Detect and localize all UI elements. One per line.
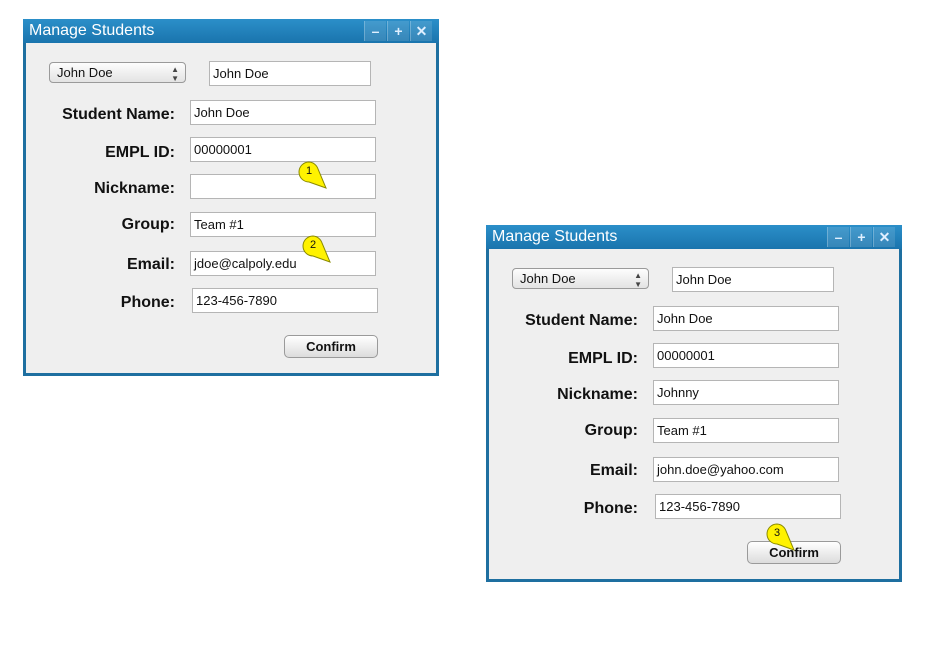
- email-label: Email:: [126, 256, 175, 273]
- callout-number: 3: [773, 527, 781, 539]
- manage-students-window: Manage Students – + ✕ John Doe ▲ ▼ John D…: [23, 19, 439, 376]
- student-name-label: Student Name:: [525, 312, 638, 329]
- empl-id-label: EMPL ID:: [105, 144, 175, 161]
- phone-field[interactable]: 123-456-7890: [655, 494, 841, 519]
- email-label: Email:: [589, 462, 638, 479]
- selected-student-field[interactable]: John Doe: [209, 61, 371, 86]
- callout-number: 1: [305, 165, 313, 177]
- minimize-icon[interactable]: –: [827, 227, 849, 247]
- window-title: Manage Students: [492, 228, 618, 245]
- student-name-field[interactable]: John Doe: [653, 306, 839, 331]
- group-field[interactable]: Team #1: [653, 418, 839, 443]
- student-select[interactable]: John Doe ▲ ▼: [512, 268, 649, 289]
- group-field[interactable]: Team #1: [190, 212, 376, 237]
- title-bar[interactable]: Manage Students – + ✕: [23, 19, 439, 43]
- form-panel: John Doe ▲ ▼ John Doe Student Name: John …: [489, 249, 899, 579]
- callout-marker: 2: [302, 235, 332, 265]
- empl-id-field[interactable]: 00000001: [190, 137, 376, 162]
- title-bar[interactable]: Manage Students – + ✕: [486, 225, 902, 249]
- maximize-icon[interactable]: +: [850, 227, 872, 247]
- minimize-icon[interactable]: –: [364, 21, 386, 41]
- group-label: Group:: [584, 422, 638, 439]
- updown-arrows-icon: ▲ ▼: [171, 65, 179, 83]
- selected-student-field[interactable]: John Doe: [672, 267, 834, 292]
- email-field[interactable]: jdoe@calpoly.edu: [190, 251, 376, 276]
- email-field[interactable]: john.doe@yahoo.com: [653, 457, 839, 482]
- phone-field[interactable]: 123-456-7890: [192, 288, 378, 313]
- window-title: Manage Students: [29, 22, 155, 39]
- phone-label: Phone:: [120, 294, 175, 311]
- student-name-field[interactable]: John Doe: [190, 100, 376, 125]
- nickname-label: Nickname:: [557, 386, 638, 403]
- confirm-button[interactable]: Confirm: [284, 335, 378, 358]
- empl-id-label: EMPL ID:: [568, 350, 638, 367]
- callout-marker: 1: [298, 161, 328, 191]
- student-select[interactable]: John Doe ▲ ▼: [49, 62, 186, 83]
- updown-arrows-icon: ▲ ▼: [634, 271, 642, 289]
- student-select-value: John Doe: [520, 271, 576, 286]
- student-name-label: Student Name:: [62, 106, 175, 123]
- nickname-field[interactable]: Johnny: [653, 380, 839, 405]
- group-label: Group:: [121, 216, 175, 233]
- empl-id-field[interactable]: 00000001: [653, 343, 839, 368]
- form-panel: John Doe ▲ ▼ John Doe Student Name: John …: [26, 43, 436, 373]
- maximize-icon[interactable]: +: [387, 21, 409, 41]
- close-icon[interactable]: ✕: [873, 227, 895, 247]
- manage-students-window: Manage Students – + ✕ John Doe ▲ ▼ John D…: [486, 225, 902, 582]
- phone-label: Phone:: [583, 500, 638, 517]
- nickname-label: Nickname:: [94, 180, 175, 197]
- close-icon[interactable]: ✕: [410, 21, 432, 41]
- callout-number: 2: [309, 239, 317, 251]
- nickname-field[interactable]: [190, 174, 376, 199]
- student-select-value: John Doe: [57, 65, 113, 80]
- callout-marker: 3: [766, 523, 796, 553]
